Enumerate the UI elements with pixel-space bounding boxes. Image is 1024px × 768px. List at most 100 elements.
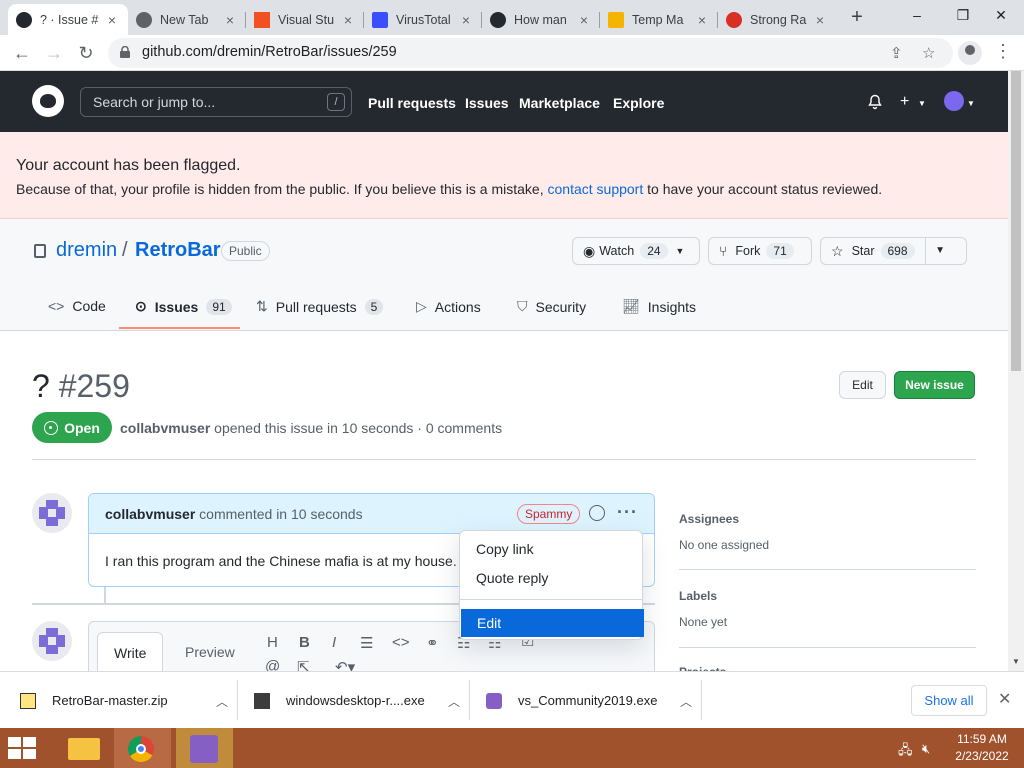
star-count: 698 [880,243,915,259]
chrome-taskbar-icon[interactable] [114,728,171,768]
search-shortcut-key: / [327,93,345,111]
minimize-window-button[interactable]: – [894,0,940,30]
new-issue-button[interactable]: New issue [894,371,975,399]
close-tab-icon[interactable]: × [104,12,120,28]
browser-tab-github-issue[interactable]: ? · Issue # × [8,4,128,35]
avatar[interactable] [32,493,72,533]
browser-tab-new-tab[interactable]: New Tab × [128,4,246,35]
reload-icon[interactable]: ↻ [74,41,98,65]
github-logo-icon[interactable] [32,85,64,117]
user-avatar[interactable] [944,91,964,111]
tab-title: ? · Issue # [40,12,99,27]
assignees-heading[interactable]: Assignees [679,512,739,526]
create-new-plus-icon[interactable]: + [900,93,909,111]
bold-icon[interactable]: B [299,634,310,651]
code-icon[interactable]: <> [392,634,410,651]
labels-heading[interactable]: Labels [679,589,717,603]
tab-issues[interactable]: ⊙ Issues 91 [135,298,232,315]
browser-tab-visual-studio[interactable]: Visual Stu × [246,4,364,35]
browser-menu-icon[interactable]: ⋮ [994,41,1012,62]
italic-icon[interactable]: I [332,634,336,651]
scrollbar-thumb[interactable] [1011,71,1021,371]
star-lists-dropdown[interactable]: ▼ [924,238,955,264]
tab-write[interactable]: Write [97,632,164,672]
assignees-value: No one assigned [679,538,770,552]
avatar [32,621,72,661]
browser-tab-strong-random[interactable]: Strong Ra × [718,4,836,35]
scroll-down-arrow-icon[interactable]: ▼ [1012,657,1020,666]
forward-arrow-icon[interactable]: → [42,41,66,65]
nav-pull-requests[interactable]: Pull requests [368,95,456,111]
tab-insights[interactable]: 📈︎ Insights [622,298,696,315]
visual-studio-icon [486,692,502,709]
comment-author-link[interactable]: collabvmuser [105,506,195,522]
chevron-up-icon[interactable]: ︿ [680,693,692,710]
chevron-down-icon[interactable]: ▼ [918,99,926,108]
pull-request-icon: ⇅ [256,298,268,314]
tab-security[interactable]: ⛉ Security [517,298,586,315]
share-icon[interactable]: ⇪ [890,44,903,62]
spammy-badge: Spammy [517,504,581,524]
page-scrollbar[interactable]: ▲ ▼ [1008,71,1024,671]
profile-avatar-icon[interactable] [958,41,982,65]
download-item[interactable]: windowsdesktop-r....exe ︿ [254,672,468,729]
visual-studio-taskbar-icon[interactable] [176,728,233,768]
close-tab-icon[interactable]: × [576,12,592,28]
watch-button[interactable]: ◉ Watch 24 ▼ [572,237,700,265]
heading-icon[interactable]: H [267,634,278,651]
network-icon[interactable]: 🖧︎ [898,741,913,763]
new-tab-button[interactable]: + [846,6,868,28]
windows-start-icon[interactable] [8,737,38,759]
github-header: Search or jump to... / Pull requests Iss… [0,71,1008,132]
chevron-down-icon[interactable]: ▼ [967,99,975,108]
fork-button[interactable]: ⑂ Fork 71 [708,237,812,265]
tab-pull-requests[interactable]: ⇅ Pull requests 5 [256,298,384,315]
star-button[interactable]: ☆ Star 698 ▼ [820,237,967,265]
close-tab-icon[interactable]: × [340,12,356,28]
chevron-up-icon[interactable]: ︿ [448,693,460,710]
comment-timestamp[interactable]: commented in 10 seconds [199,506,362,522]
search-input[interactable]: Search or jump to... / [80,87,352,117]
nav-explore[interactable]: Explore [613,95,664,111]
menu-item-copy-link[interactable]: Copy link [476,541,534,557]
volume-muted-icon[interactable]: 🔇︎ [922,741,930,757]
download-item[interactable]: RetroBar-master.zip ︿ [20,672,236,729]
bell-icon[interactable] [867,94,883,110]
search-placeholder: Search or jump to... [93,94,216,110]
browser-tab-virustotal[interactable]: VirusTotal × [364,4,482,35]
clock[interactable]: 11:59 AM 2/23/2022 [952,732,1012,763]
file-explorer-icon[interactable] [56,728,113,768]
close-icon[interactable]: ✕ [998,689,1011,709]
close-tab-icon[interactable]: × [222,12,238,28]
repo-owner-link[interactable]: dremin [56,239,117,262]
smiley-icon[interactable] [589,505,605,521]
close-window-button[interactable]: ✕ [978,0,1024,30]
address-bar[interactable]: github.com/dremin/RetroBar/issues/259 ⇪ … [108,38,953,68]
kebab-horizontal-icon[interactable]: ··· [617,502,638,523]
menu-item-quote-reply[interactable]: Quote reply [476,570,548,586]
repo-name-link[interactable]: RetroBar [135,239,221,262]
contact-support-link[interactable]: contact support [548,181,644,197]
bookmark-star-icon[interactable]: ☆ [922,44,935,62]
nav-marketplace[interactable]: Marketplace [519,95,600,111]
nav-issues[interactable]: Issues [465,95,509,111]
close-tab-icon[interactable]: × [458,12,474,28]
show-all-downloads-button[interactable]: Show all [911,685,987,716]
issue-author-link[interactable]: collabvmuser [120,420,210,436]
close-tab-icon[interactable]: × [812,12,828,28]
menu-item-edit[interactable]: Edit [461,609,644,637]
link-icon[interactable]: ⚭ [426,634,439,652]
close-tab-icon[interactable]: × [694,12,710,28]
tab-code[interactable]: <> Code [48,298,106,314]
edit-title-button[interactable]: Edit [839,371,886,399]
browser-tab-temp-mail[interactable]: Temp Ma × [600,4,718,35]
back-arrow-icon[interactable]: ← [10,41,34,65]
download-item[interactable]: vs_Community2019.exe ︿ [486,672,700,729]
tab-preview[interactable]: Preview [169,632,251,672]
tab-actions[interactable]: ▷ Actions [416,298,481,315]
browser-tab-github-how-many[interactable]: How man × [482,4,600,35]
tab-title: Visual Stu [278,12,335,27]
github-icon [16,11,32,28]
quote-icon[interactable]: ☰ [360,634,373,652]
chevron-up-icon[interactable]: ︿ [216,693,228,710]
